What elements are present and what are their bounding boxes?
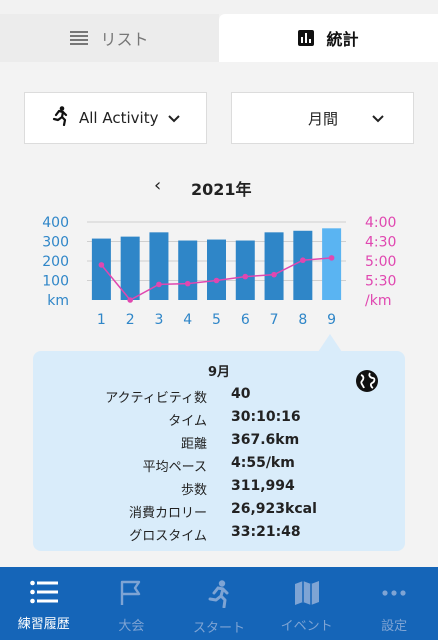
right-tick-label: 4:30 xyxy=(365,235,396,251)
view-tabs: リスト 統計 xyxy=(0,14,438,62)
year-navigator: ‹ 2021年 xyxy=(0,175,438,199)
nav-events-label: イベント xyxy=(280,619,333,634)
pace-point-3 xyxy=(156,281,162,288)
category-label: 8 xyxy=(298,312,307,328)
stat-value: 33:21:48 xyxy=(231,524,301,540)
period-dropdown[interactable]: 月間 xyxy=(231,92,414,144)
tab-list-label: リスト xyxy=(100,30,149,49)
right-tick-label: 5:00 xyxy=(365,254,396,270)
pace-point-5 xyxy=(213,277,220,284)
left-tick-label: 400 xyxy=(42,215,69,231)
list-icon xyxy=(29,580,58,608)
right-tick-label: 5:30 xyxy=(365,274,396,290)
bar-6 xyxy=(235,240,255,300)
tab-stats[interactable]: 統計 xyxy=(219,14,438,62)
bar-5 xyxy=(207,239,226,300)
stat-value: 367.6km xyxy=(231,432,300,448)
nav-settings-label: 設定 xyxy=(381,619,408,634)
category-label: 6 xyxy=(241,312,250,328)
previous-year-button[interactable]: ‹ xyxy=(154,175,161,196)
pace-point-4 xyxy=(184,280,191,287)
runner-icon xyxy=(207,580,231,612)
stat-value: 40 xyxy=(231,386,251,402)
stat-value: 30:10:16 xyxy=(231,409,301,425)
stat-label: 歩数 xyxy=(180,483,207,498)
nav-settings[interactable]: 設定 xyxy=(350,567,438,640)
bar-chart-icon xyxy=(298,30,315,46)
nav-races[interactable]: 大会 xyxy=(88,567,176,640)
right-axis-unit: /km xyxy=(365,293,391,309)
bottom-navigation: 練習履歴 大会 スタート イベント 設定 xyxy=(0,567,438,640)
month-detail-popup: 9月 アクティビティ数 40 タイム 30:10:16 距離 367.6km 平均ペース 4:… xyxy=(33,351,405,551)
stat-value: 26,923kcal xyxy=(231,501,317,517)
stat-row: 歩数 311,994 xyxy=(33,478,405,499)
runner-icon xyxy=(51,106,69,130)
stat-label: 距離 xyxy=(180,437,207,452)
more-icon xyxy=(381,580,407,610)
stats-panel: All Activity 月間 ‹ 2021年 400 300 200 100 km 4:… xyxy=(0,62,438,567)
stat-row: タイム 30:10:16 xyxy=(33,409,405,430)
stat-row: 平均ペース 4:55/km xyxy=(33,455,405,476)
tab-stats-label: 統計 xyxy=(326,30,359,49)
chevron-down-icon xyxy=(372,109,384,127)
bar-7 xyxy=(264,232,284,300)
pace-point-6 xyxy=(242,273,249,280)
category-label: 1 xyxy=(97,312,106,328)
stat-row: グロスタイム 33:21:48 xyxy=(33,524,405,545)
stat-label: アクティビティ数 xyxy=(105,391,207,406)
pace-point-7 xyxy=(271,271,277,278)
bar-9 xyxy=(322,228,342,300)
stat-label: グロスタイム xyxy=(129,529,207,544)
nav-start-label: スタート xyxy=(192,621,245,636)
category-label: 9 xyxy=(327,312,336,328)
nav-start[interactable]: スタート xyxy=(175,567,263,640)
stat-row: アクティビティ数 40 xyxy=(33,386,405,407)
stat-row: 距離 367.6km xyxy=(33,432,405,453)
bar-1 xyxy=(91,238,111,300)
left-tick-label: 200 xyxy=(42,254,69,270)
activity-dropdown-label: All Activity xyxy=(79,109,159,127)
stat-value: 4:55/km xyxy=(231,455,295,471)
popup-title: 9月 xyxy=(207,365,231,380)
left-axis-unit: km xyxy=(47,293,69,309)
flag-icon xyxy=(119,580,143,610)
chevron-down-icon xyxy=(168,109,181,127)
nav-races-label: 大会 xyxy=(118,619,145,634)
year-label: 2021年 xyxy=(191,180,252,199)
nav-events[interactable]: イベント xyxy=(263,567,351,640)
stat-label: タイム xyxy=(168,414,207,429)
pace-point-1 xyxy=(98,262,105,268)
category-label: 5 xyxy=(212,312,221,328)
category-label: 2 xyxy=(126,312,135,328)
bar-2 xyxy=(120,236,140,300)
bar-3 xyxy=(149,232,169,300)
nav-history-label: 練習履歴 xyxy=(17,617,70,632)
category-label: 4 xyxy=(183,312,192,328)
nav-history[interactable]: 練習履歴 xyxy=(0,567,88,640)
bar-8 xyxy=(293,230,313,300)
activity-dropdown[interactable]: All Activity xyxy=(24,92,207,144)
monthly-chart[interactable]: 400 300 200 100 km 4:00 4:30 5:00 5:30/km 1 2 3 4 5 6 7… xyxy=(0,210,438,332)
stat-row: 消費カロリー 26,923kcal xyxy=(33,501,405,522)
stat-label: 平均ペース xyxy=(142,460,207,475)
pace-point-2 xyxy=(127,297,133,303)
tab-list[interactable]: リスト xyxy=(0,14,219,62)
left-tick-label: 300 xyxy=(42,235,69,251)
category-label: 3 xyxy=(154,312,163,328)
pace-point-9 xyxy=(328,255,335,261)
popup-caret xyxy=(318,334,342,352)
list-icon xyxy=(70,31,89,45)
status-strip xyxy=(0,0,438,14)
period-dropdown-label: 月間 xyxy=(308,109,339,128)
left-tick-label: 100 xyxy=(42,274,69,290)
category-label: 7 xyxy=(270,312,279,328)
stat-value: 311,994 xyxy=(231,478,295,494)
stat-label: 消費カロリー xyxy=(128,506,207,521)
right-tick-label: 4:00 xyxy=(365,215,396,231)
pace-point-8 xyxy=(300,257,306,264)
bar-4 xyxy=(178,240,198,300)
map-icon xyxy=(294,580,320,610)
